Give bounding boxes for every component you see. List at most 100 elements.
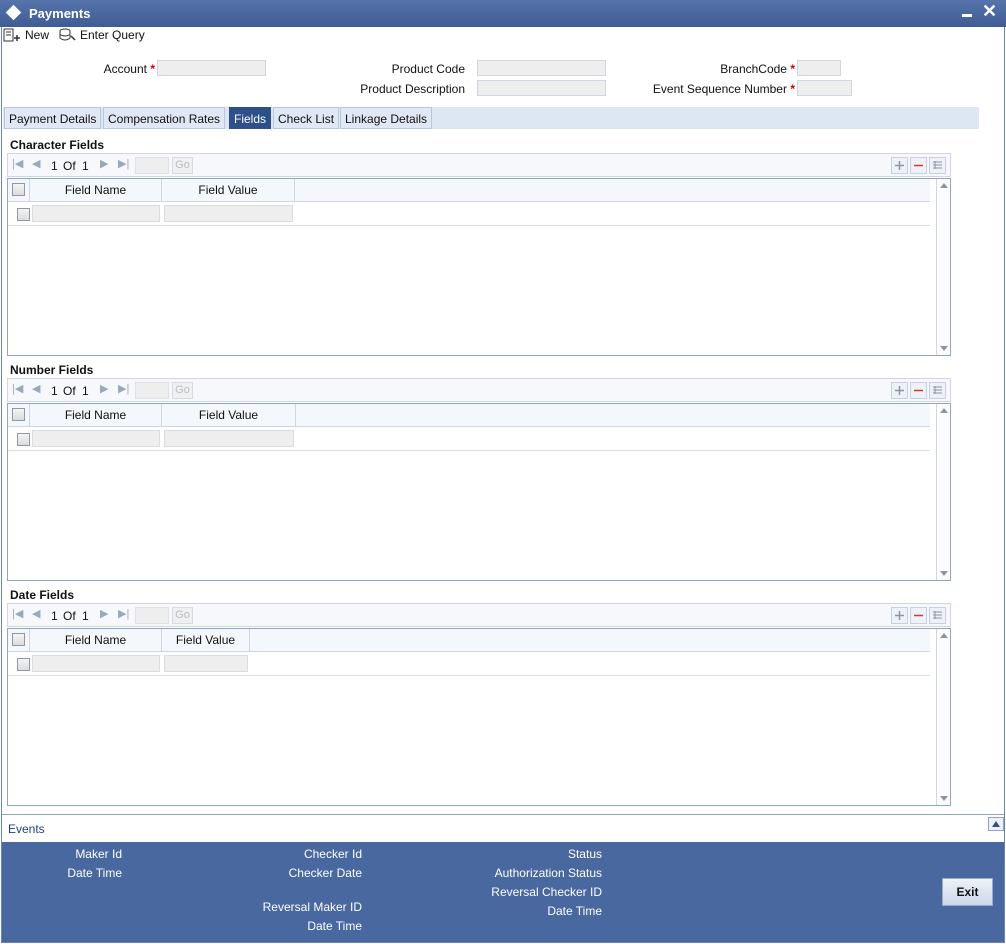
tab-linkage-details[interactable]: Linkage Details	[340, 107, 433, 129]
reversal-maker-id-label: Reversal Maker ID	[262, 900, 362, 914]
prev-page-icon[interactable]: ◀	[32, 382, 40, 395]
single-view-icon[interactable]	[929, 382, 946, 399]
field-value-input[interactable]	[164, 655, 248, 672]
page-of-label: Of	[63, 384, 76, 398]
events-link[interactable]: Events	[8, 822, 45, 836]
last-page-icon[interactable]: ▶|	[118, 157, 129, 170]
page-of-label: Of	[63, 609, 76, 623]
page-jump-input[interactable]	[135, 382, 169, 399]
tab-compensation-rates[interactable]: Compensation Rates	[103, 107, 226, 129]
close-icon[interactable]: ✕	[982, 1, 997, 21]
product-code-input[interactable]	[477, 60, 606, 76]
tab-payment-details[interactable]: Payment Details	[4, 107, 102, 129]
field-value-header: Field Value	[162, 629, 250, 651]
scroll-down-icon[interactable]	[940, 571, 948, 576]
single-view-icon[interactable]	[929, 157, 946, 174]
scroll-down-icon[interactable]	[940, 346, 948, 351]
add-row-icon[interactable]	[891, 157, 908, 174]
page-of-label: Of	[63, 159, 76, 173]
last-page-icon[interactable]: ▶|	[118, 382, 129, 395]
window-title-bar: Payments ✕	[0, 0, 1006, 27]
branch-code-input[interactable]	[797, 60, 841, 76]
first-page-icon[interactable]: |◀	[12, 382, 23, 395]
select-all-checkbox[interactable]	[12, 633, 25, 646]
page-total: 1	[82, 159, 89, 173]
row-checkbox[interactable]	[17, 658, 30, 671]
row-checkbox[interactable]	[17, 208, 30, 221]
field-value-header: Field Value	[162, 404, 296, 426]
go-button[interactable]: Go	[172, 157, 193, 174]
add-row-icon[interactable]	[891, 382, 908, 399]
enter-query-label: Enter Query	[80, 28, 145, 42]
table-row	[8, 652, 930, 676]
select-all-checkbox[interactable]	[12, 408, 25, 421]
character-fields-pager: |◀ ◀ 1 Of 1 ▶ ▶| Go	[7, 153, 951, 177]
reversal-checker-date-time-label: Date Time	[547, 904, 602, 918]
date-fields-title: Date Fields	[10, 588, 75, 602]
select-all-checkbox[interactable]	[12, 183, 25, 196]
single-view-icon[interactable]	[929, 607, 946, 624]
page-total: 1	[82, 384, 89, 398]
page-jump-input[interactable]	[135, 157, 169, 174]
delete-row-icon[interactable]	[910, 382, 927, 399]
field-name-input[interactable]	[32, 205, 160, 222]
table-row	[8, 427, 930, 451]
field-name-input[interactable]	[32, 655, 160, 672]
first-page-icon[interactable]: |◀	[12, 157, 23, 170]
event-sequence-number-input[interactable]	[797, 80, 852, 96]
audit-footer: Maker Id Date Time Checker Id Checker Da…	[2, 842, 1004, 942]
exit-button[interactable]: Exit	[942, 878, 993, 906]
prev-page-icon[interactable]: ◀	[32, 157, 40, 170]
go-button[interactable]: Go	[172, 382, 193, 399]
page-number: 1	[51, 159, 58, 173]
field-name-input[interactable]	[32, 430, 160, 447]
maker-id-label: Maker Id	[75, 847, 122, 861]
delete-row-icon[interactable]	[910, 157, 927, 174]
character-fields-title: Character Fields	[10, 138, 105, 152]
product-description-input[interactable]	[477, 80, 606, 96]
reversal-checker-id-label: Reversal Checker ID	[491, 885, 602, 899]
last-page-icon[interactable]: ▶|	[118, 607, 129, 620]
events-bar: Events	[2, 814, 1004, 842]
collapse-up-icon[interactable]	[988, 817, 1004, 831]
enter-query-button[interactable]: Enter Query	[58, 28, 145, 42]
scroll-up-icon[interactable]	[940, 408, 948, 413]
first-page-icon[interactable]: |◀	[12, 607, 23, 620]
go-button[interactable]: Go	[172, 607, 193, 624]
new-button[interactable]: New	[3, 28, 49, 42]
row-checkbox[interactable]	[17, 433, 30, 446]
scroll-down-icon[interactable]	[940, 796, 948, 801]
scroll-up-icon[interactable]	[940, 183, 948, 188]
vertical-scrollbar[interactable]	[936, 629, 950, 805]
tab-bar: Payment Details Compensation Rates Field…	[3, 107, 979, 129]
next-page-icon[interactable]: ▶	[100, 157, 108, 170]
grid-header: Field Name Field Value	[8, 404, 930, 427]
app-diamond-icon	[5, 4, 22, 21]
field-value-header: Field Value	[162, 179, 295, 201]
next-page-icon[interactable]: ▶	[100, 607, 108, 620]
number-fields-pager: |◀ ◀ 1 Of 1 ▶ ▶| Go	[7, 378, 951, 402]
vertical-scrollbar[interactable]	[936, 404, 950, 580]
checker-date-label: Checker Date	[288, 866, 362, 880]
grid-header: Field Name Field Value	[8, 629, 930, 652]
tab-check-list[interactable]: Check List	[273, 107, 340, 129]
tab-fields[interactable]: Fields	[229, 107, 272, 129]
scroll-up-icon[interactable]	[940, 633, 948, 638]
page-jump-input[interactable]	[135, 607, 169, 624]
add-row-icon[interactable]	[891, 607, 908, 624]
vertical-scrollbar[interactable]	[936, 179, 950, 355]
date-fields-grid: Field Name Field Value	[7, 628, 951, 806]
prev-page-icon[interactable]: ◀	[32, 607, 40, 620]
field-value-input[interactable]	[164, 205, 293, 222]
next-page-icon[interactable]: ▶	[100, 382, 108, 395]
table-row	[8, 202, 930, 226]
authorization-status-label: Authorization Status	[494, 866, 602, 880]
new-icon	[3, 28, 20, 42]
enter-query-icon	[59, 28, 76, 41]
window-title: Payments	[29, 6, 91, 21]
account-input[interactable]	[157, 60, 266, 76]
minimize-icon[interactable]	[962, 14, 972, 17]
field-name-header: Field Name	[30, 629, 162, 651]
field-value-input[interactable]	[164, 430, 294, 447]
delete-row-icon[interactable]	[910, 607, 927, 624]
